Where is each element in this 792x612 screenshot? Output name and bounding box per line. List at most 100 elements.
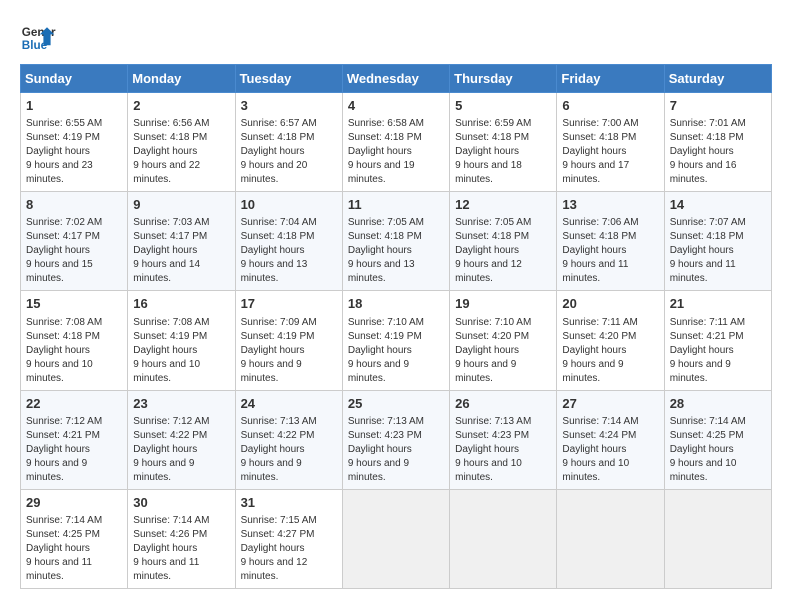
daylight-value: 9 hours and 16 minutes. — [670, 160, 737, 185]
day-number: 14 — [670, 196, 766, 214]
sunrise-label: Sunrise: 7:13 AM — [241, 416, 317, 427]
day-cell-20: 20 Sunrise: 7:11 AM Sunset: 4:20 PM Dayl… — [557, 291, 664, 390]
day-cell-5: 5 Sunrise: 6:59 AM Sunset: 4:18 PM Dayli… — [450, 93, 557, 192]
sunrise-label: Sunrise: 7:08 AM — [26, 317, 102, 328]
sunrise-label: Sunrise: 7:13 AM — [455, 416, 531, 427]
daylight-value: 9 hours and 22 minutes. — [133, 160, 200, 185]
header-wednesday: Wednesday — [342, 65, 449, 93]
daylight-label: Daylight hours — [133, 245, 197, 256]
daylight-value: 9 hours and 11 minutes. — [26, 557, 92, 582]
sunrise-label: Sunrise: 7:14 AM — [562, 416, 638, 427]
daylight-label: Daylight hours — [241, 146, 305, 157]
week-row-2: 8 Sunrise: 7:02 AM Sunset: 4:17 PM Dayli… — [21, 192, 772, 291]
sunset-label: Sunset: 4:23 PM — [455, 430, 529, 441]
sunrise-label: Sunrise: 7:10 AM — [455, 317, 531, 328]
header-friday: Friday — [557, 65, 664, 93]
week-row-4: 22 Sunrise: 7:12 AM Sunset: 4:21 PM Dayl… — [21, 390, 772, 489]
day-cell-9: 9 Sunrise: 7:03 AM Sunset: 4:17 PM Dayli… — [128, 192, 235, 291]
sunrise-label: Sunrise: 6:55 AM — [26, 118, 102, 129]
sunset-label: Sunset: 4:27 PM — [241, 529, 315, 540]
day-cell-24: 24 Sunrise: 7:13 AM Sunset: 4:22 PM Dayl… — [235, 390, 342, 489]
sunrise-label: Sunrise: 7:09 AM — [241, 317, 317, 328]
daylight-value: 9 hours and 10 minutes. — [133, 359, 200, 384]
sunrise-label: Sunrise: 7:07 AM — [670, 217, 746, 228]
sunset-label: Sunset: 4:22 PM — [241, 430, 315, 441]
daylight-value: 9 hours and 9 minutes. — [241, 359, 302, 384]
day-cell-2: 2 Sunrise: 6:56 AM Sunset: 4:18 PM Dayli… — [128, 93, 235, 192]
day-cell-7: 7 Sunrise: 7:01 AM Sunset: 4:18 PM Dayli… — [664, 93, 771, 192]
sunset-label: Sunset: 4:25 PM — [670, 430, 744, 441]
daylight-value: 9 hours and 10 minutes. — [670, 458, 737, 483]
daylight-label: Daylight hours — [26, 444, 90, 455]
day-cell-11: 11 Sunrise: 7:05 AM Sunset: 4:18 PM Dayl… — [342, 192, 449, 291]
day-number: 31 — [241, 494, 337, 512]
daylight-label: Daylight hours — [348, 245, 412, 256]
sunrise-label: Sunrise: 6:59 AM — [455, 118, 531, 129]
day-number: 16 — [133, 295, 229, 313]
day-cell-29: 29 Sunrise: 7:14 AM Sunset: 4:25 PM Dayl… — [21, 489, 128, 588]
daylight-value: 9 hours and 13 minutes. — [348, 259, 415, 284]
sunrise-label: Sunrise: 7:05 AM — [348, 217, 424, 228]
daylight-label: Daylight hours — [26, 146, 90, 157]
daylight-label: Daylight hours — [133, 444, 197, 455]
sunrise-label: Sunrise: 7:12 AM — [26, 416, 102, 427]
daylight-value: 9 hours and 20 minutes. — [241, 160, 308, 185]
daylight-label: Daylight hours — [562, 146, 626, 157]
sunset-label: Sunset: 4:18 PM — [670, 231, 744, 242]
day-cell-23: 23 Sunrise: 7:12 AM Sunset: 4:22 PM Dayl… — [128, 390, 235, 489]
day-number: 9 — [133, 196, 229, 214]
day-number: 8 — [26, 196, 122, 214]
sunset-label: Sunset: 4:18 PM — [241, 231, 315, 242]
daylight-label: Daylight hours — [133, 543, 197, 554]
sunrise-label: Sunrise: 7:14 AM — [26, 515, 102, 526]
daylight-label: Daylight hours — [348, 345, 412, 356]
sunset-label: Sunset: 4:21 PM — [26, 430, 100, 441]
sunset-label: Sunset: 4:19 PM — [348, 331, 422, 342]
empty-cell — [664, 489, 771, 588]
daylight-value: 9 hours and 9 minutes. — [348, 359, 409, 384]
day-number: 11 — [348, 196, 444, 214]
daylight-value: 9 hours and 9 minutes. — [133, 458, 194, 483]
sunset-label: Sunset: 4:18 PM — [348, 231, 422, 242]
sunrise-label: Sunrise: 7:02 AM — [26, 217, 102, 228]
daylight-value: 9 hours and 19 minutes. — [348, 160, 415, 185]
sunrise-label: Sunrise: 7:06 AM — [562, 217, 638, 228]
day-cell-1: 1 Sunrise: 6:55 AM Sunset: 4:19 PM Dayli… — [21, 93, 128, 192]
header-monday: Monday — [128, 65, 235, 93]
sunset-label: Sunset: 4:17 PM — [26, 231, 100, 242]
day-cell-18: 18 Sunrise: 7:10 AM Sunset: 4:19 PM Dayl… — [342, 291, 449, 390]
day-number: 15 — [26, 295, 122, 313]
day-number: 6 — [562, 97, 658, 115]
sunset-label: Sunset: 4:24 PM — [562, 430, 636, 441]
daylight-label: Daylight hours — [348, 444, 412, 455]
header-row: SundayMondayTuesdayWednesdayThursdayFrid… — [21, 65, 772, 93]
sunrise-label: Sunrise: 6:57 AM — [241, 118, 317, 129]
day-cell-12: 12 Sunrise: 7:05 AM Sunset: 4:18 PM Dayl… — [450, 192, 557, 291]
sunset-label: Sunset: 4:18 PM — [562, 231, 636, 242]
day-cell-13: 13 Sunrise: 7:06 AM Sunset: 4:18 PM Dayl… — [557, 192, 664, 291]
sunrise-label: Sunrise: 7:05 AM — [455, 217, 531, 228]
daylight-label: Daylight hours — [241, 245, 305, 256]
day-number: 25 — [348, 395, 444, 413]
empty-cell — [342, 489, 449, 588]
sunset-label: Sunset: 4:23 PM — [348, 430, 422, 441]
daylight-value: 9 hours and 18 minutes. — [455, 160, 522, 185]
daylight-label: Daylight hours — [670, 245, 734, 256]
day-cell-21: 21 Sunrise: 7:11 AM Sunset: 4:21 PM Dayl… — [664, 291, 771, 390]
daylight-value: 9 hours and 15 minutes. — [26, 259, 93, 284]
day-cell-16: 16 Sunrise: 7:08 AM Sunset: 4:19 PM Dayl… — [128, 291, 235, 390]
sunrise-label: Sunrise: 7:04 AM — [241, 217, 317, 228]
sunrise-label: Sunrise: 7:15 AM — [241, 515, 317, 526]
sunset-label: Sunset: 4:18 PM — [455, 231, 529, 242]
day-number: 4 — [348, 97, 444, 115]
day-number: 26 — [455, 395, 551, 413]
sunrise-label: Sunrise: 6:56 AM — [133, 118, 209, 129]
day-cell-27: 27 Sunrise: 7:14 AM Sunset: 4:24 PM Dayl… — [557, 390, 664, 489]
daylight-label: Daylight hours — [133, 345, 197, 356]
daylight-value: 9 hours and 10 minutes. — [26, 359, 93, 384]
day-number: 24 — [241, 395, 337, 413]
day-cell-26: 26 Sunrise: 7:13 AM Sunset: 4:23 PM Dayl… — [450, 390, 557, 489]
header-tuesday: Tuesday — [235, 65, 342, 93]
daylight-label: Daylight hours — [133, 146, 197, 157]
daylight-label: Daylight hours — [241, 444, 305, 455]
